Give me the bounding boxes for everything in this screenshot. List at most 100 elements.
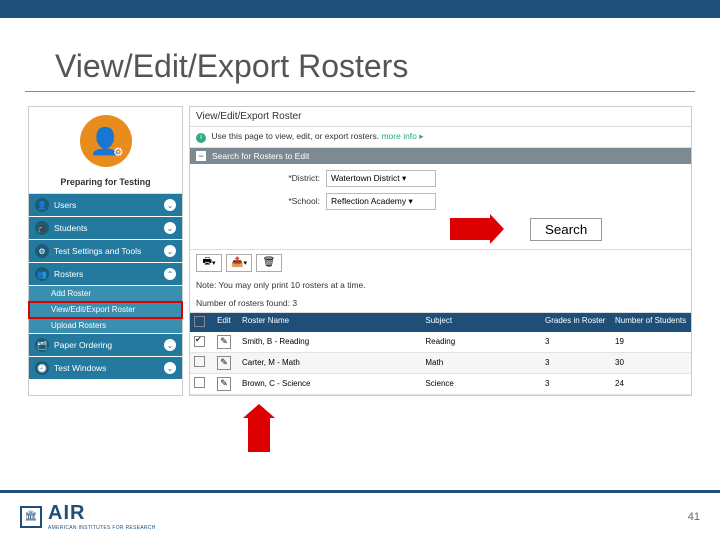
logo-text: AIR: [48, 502, 156, 525]
search-row: Search: [190, 210, 691, 249]
graduation-icon: 🎓: [35, 221, 49, 235]
chevron-down-icon[interactable]: ⌄: [164, 339, 176, 351]
paper-icon: 🗂: [35, 338, 49, 352]
sidebar-item-paper-ordering[interactable]: 🗂 Paper Ordering ⌄: [29, 334, 182, 357]
row-checkbox[interactable]: [194, 336, 205, 347]
panel-title: Search for Rosters to Edit: [212, 151, 309, 161]
roster-count: Number of rosters found: 3: [190, 294, 691, 313]
row-checkbox[interactable]: [194, 377, 205, 388]
cell-grades: 3: [541, 376, 611, 391]
page-number: 41: [688, 511, 700, 523]
sidebar-item-label: Test Windows: [54, 363, 164, 373]
export-button[interactable]: 📤▾: [226, 254, 252, 272]
col-students[interactable]: Number of Students: [611, 313, 691, 332]
avatar-circle: 👤⚙: [80, 115, 132, 167]
main-panel: View/Edit/Export Roster i Use this page …: [189, 106, 692, 396]
slide-title: View/Edit/Export Rosters: [25, 18, 695, 92]
users-icon: 👥: [35, 267, 49, 281]
table-row: ✎ Carter, M - Math Math 3 30: [190, 353, 691, 374]
cell-grades: 3: [541, 334, 611, 349]
sidebar-item-label: Test Settings and Tools: [54, 246, 164, 256]
user-icon: 👤: [35, 198, 49, 212]
collapse-icon[interactable]: −: [196, 151, 206, 161]
content-area: 👤⚙ Preparing for Testing 👤 Users ⌄ 🎓 Stu…: [0, 92, 720, 396]
print-note: Note: You may only print 10 rosters at a…: [190, 276, 691, 294]
count-label: Number of rosters found:: [196, 298, 290, 308]
table-header: Edit Roster Name Subject Grades in Roste…: [190, 313, 691, 332]
sidebar-item-rosters[interactable]: 👥 Rosters ⌃: [29, 263, 182, 286]
subitem-upload-rosters[interactable]: Upload Rosters: [29, 318, 182, 334]
more-info-link[interactable]: more info ▸: [381, 131, 423, 141]
info-icon: i: [196, 133, 206, 143]
sidebar-item-students[interactable]: 🎓 Students ⌄: [29, 217, 182, 240]
slide-footer: 🏛 AIR AMERICAN INSTITUTES FOR RESEARCH 4…: [0, 490, 720, 540]
chevron-down-icon[interactable]: ⌄: [164, 222, 176, 234]
cell-grades: 3: [541, 355, 611, 370]
delete-button[interactable]: 🗑: [256, 254, 282, 272]
col-grades[interactable]: Grades in Roster: [541, 313, 611, 332]
edit-icon[interactable]: ✎: [217, 377, 231, 391]
district-label: *District:: [270, 173, 320, 183]
sidebar-avatar: 👤⚙: [29, 107, 182, 171]
callout-arrow-right: [450, 218, 490, 240]
subitem-view-edit-export-roster[interactable]: View/Edit/Export Roster: [29, 302, 182, 318]
search-button[interactable]: Search: [530, 218, 602, 241]
chevron-down-icon[interactable]: ⌄: [164, 245, 176, 257]
print-icon: 🖶: [203, 254, 212, 271]
school-row: *School: Reflection Academy ▾: [190, 187, 691, 210]
chevron-down-icon[interactable]: ⌄: [164, 362, 176, 374]
sidebar-heading: Preparing for Testing: [29, 171, 182, 194]
school-label: *School:: [270, 196, 320, 206]
col-checkbox[interactable]: [190, 313, 210, 332]
cell-name: Brown, C - Science: [238, 376, 421, 391]
user-gear-icon: 👤⚙: [89, 126, 121, 157]
district-select[interactable]: Watertown District ▾: [326, 170, 436, 187]
col-edit: Edit: [210, 313, 238, 332]
cell-students: 19: [611, 334, 691, 349]
export-icon: 📤: [231, 257, 243, 268]
school-value: Reflection Academy ▾: [331, 196, 413, 207]
count-value: 3: [292, 298, 297, 308]
sidebar-item-label: Rosters: [54, 269, 164, 279]
edit-icon[interactable]: ✎: [217, 335, 231, 349]
table-row: ✎ Brown, C - Science Science 3 24: [190, 374, 691, 395]
cell-students: 30: [611, 355, 691, 370]
school-select[interactable]: Reflection Academy ▾: [326, 193, 436, 210]
slide-top-bar: [0, 0, 720, 18]
cell-subject: Science: [421, 376, 541, 391]
sidebar-item-label: Students: [54, 223, 164, 233]
col-roster-name[interactable]: Roster Name: [238, 313, 421, 332]
district-row: *District: Watertown District ▾: [190, 164, 691, 187]
search-panel-header[interactable]: − Search for Rosters to Edit: [190, 148, 691, 164]
row-checkbox[interactable]: [194, 356, 205, 367]
edit-icon[interactable]: ✎: [217, 356, 231, 370]
cell-name: Smith, B - Reading: [238, 334, 421, 349]
page-title: View/Edit/Export Roster: [190, 107, 691, 127]
sidebar-item-test-settings[interactable]: ⚙ Test Settings and Tools ⌄: [29, 240, 182, 263]
gear-icon: ⚙: [35, 244, 49, 258]
sidebar-item-label: Paper Ordering: [54, 340, 164, 350]
chevron-down-icon[interactable]: ⌄: [164, 199, 176, 211]
cell-name: Carter, M - Math: [238, 355, 421, 370]
district-value: Watertown District ▾: [331, 173, 406, 184]
sidebar-item-test-windows[interactable]: 🕘 Test Windows ⌄: [29, 357, 182, 380]
logo-subtitle: AMERICAN INSTITUTES FOR RESEARCH: [48, 525, 156, 531]
cell-subject: Math: [421, 355, 541, 370]
callout-arrow-up: [248, 418, 270, 452]
print-button[interactable]: 🖶▾: [196, 254, 222, 272]
checkbox-all[interactable]: [194, 316, 205, 327]
sidebar: 👤⚙ Preparing for Testing 👤 Users ⌄ 🎓 Stu…: [28, 106, 183, 396]
air-logo: 🏛 AIR AMERICAN INSTITUTES FOR RESEARCH: [20, 502, 156, 531]
page-description: i Use this page to view, edit, or export…: [190, 127, 691, 148]
subitem-add-roster[interactable]: Add Roster: [29, 286, 182, 302]
col-subject[interactable]: Subject: [421, 313, 541, 332]
sidebar-item-users[interactable]: 👤 Users ⌄: [29, 194, 182, 217]
desc-text: Use this page to view, edit, or export r…: [211, 131, 379, 141]
chevron-up-icon[interactable]: ⌃: [164, 268, 176, 280]
sidebar-item-label: Users: [54, 200, 164, 210]
table-row: ✎ Smith, B - Reading Reading 3 19: [190, 332, 691, 353]
clock-icon: 🕘: [35, 361, 49, 375]
action-toolbar: 🖶▾ 📤▾ 🗑: [190, 249, 691, 276]
cell-subject: Reading: [421, 334, 541, 349]
logo-mark-icon: 🏛: [20, 506, 42, 528]
